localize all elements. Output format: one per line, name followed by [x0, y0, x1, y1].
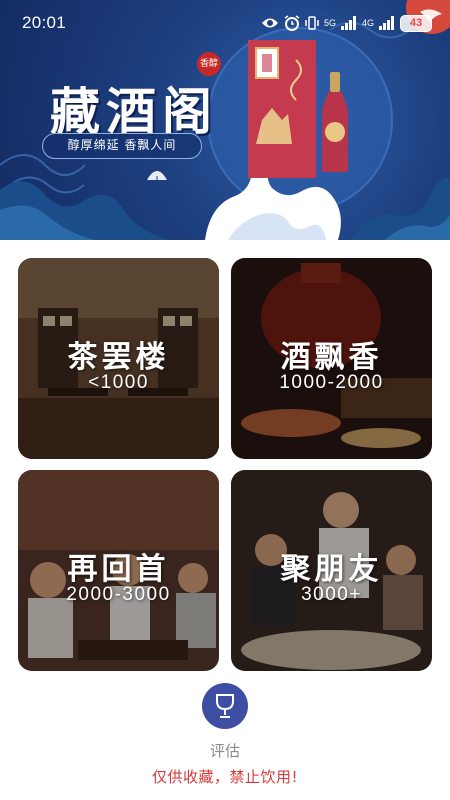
card-price-range: 2000-3000 — [66, 584, 171, 605]
card-price-range: 1000-2000 — [279, 372, 384, 393]
signal-icon — [340, 16, 356, 30]
card-title: 再回首 — [67, 552, 170, 587]
category-card-gather-friends[interactable]: 聚朋友 3000+ — [231, 470, 432, 671]
disclaimer-text: 仅供收藏，禁止饮用! — [151, 768, 298, 786]
signal-icon — [379, 16, 394, 30]
category-card-tea-house[interactable]: 茶罢楼 <1000 — [18, 258, 219, 459]
eye-icon — [261, 18, 278, 28]
status-icons: 5G 4G 43 — [261, 13, 432, 33]
network-label-4g: 4G — [361, 17, 374, 28]
card-title: 聚朋友 — [280, 552, 383, 587]
status-bar: 20:01 5G 4G 43 — [0, 0, 450, 46]
status-time: 20:01 — [22, 13, 67, 32]
card-title: 酒飘香 — [280, 340, 383, 375]
evaluate-button[interactable] — [202, 683, 248, 729]
category-card-wine-fragrance[interactable]: 酒飘香 1000-2000 — [231, 258, 432, 459]
vibrate-icon — [305, 16, 319, 30]
card-title: 茶罢楼 — [67, 340, 170, 375]
category-grid: 茶罢楼 <1000 酒飘香 1000-2000 再回首 2000-3000 聚朋… — [18, 258, 432, 671]
card-price-range: 3000+ — [301, 584, 362, 605]
brand-seal: 香醇 — [197, 52, 221, 76]
wine-glass-icon — [216, 694, 234, 718]
category-card-look-back[interactable]: 再回首 2000-3000 — [18, 470, 219, 671]
header-banner: 20:01 5G 4G 43 藏酒阁 香醇 醇厚绵延 香飘人间 — [0, 0, 450, 240]
alarm-icon — [284, 15, 300, 31]
battery-icon: 43 — [400, 14, 432, 32]
brand-slogan: 醇厚绵延 香飘人间 — [42, 133, 202, 159]
evaluate-label[interactable]: 评估 — [0, 740, 450, 761]
fan-icon — [147, 171, 167, 183]
network-label-5g: 5G — [323, 17, 336, 28]
card-price-range: <1000 — [88, 372, 149, 393]
